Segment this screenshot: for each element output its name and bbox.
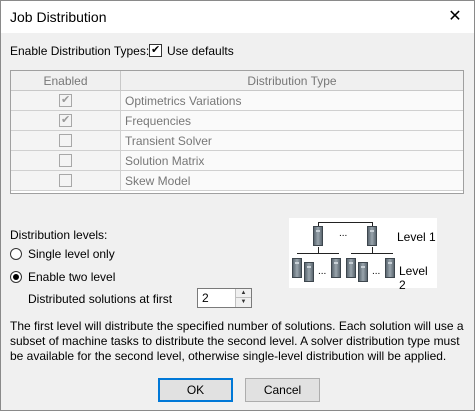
spin-down-icon[interactable]: ▼ [236,298,251,307]
use-defaults-checkbox[interactable] [149,43,162,57]
first-level-solutions-label: Distributed solutions at first [28,292,173,306]
enabled-checkbox[interactable] [59,154,72,167]
connector-line [351,253,393,254]
close-icon[interactable]: ✕ [440,5,470,29]
table-row: Frequencies [11,111,463,131]
enabled-checkbox[interactable] [59,174,72,187]
first-level-solutions-value[interactable]: 2 [202,291,209,305]
ellipsis-text: ... [372,266,381,277]
job-distribution-dialog: Job Distribution ✕ Enable Distribution T… [0,0,475,411]
distribution-type-cell: Optimetrics Variations [121,91,463,111]
connector-line [297,253,339,254]
distribution-levels-label: Distribution levels: [10,228,108,242]
two-level-radio[interactable] [10,271,22,283]
server-icon [313,226,323,246]
column-header-enabled: Enabled [11,71,121,91]
connector-line [318,222,372,223]
server-icon [346,258,356,278]
title-bar: Job Distribution ✕ [1,1,474,33]
single-level-label[interactable]: Single level only [28,247,115,261]
distribution-types-table: Enabled Distribution Type Optimetrics Va… [10,70,464,194]
server-icon [358,262,368,282]
table-row: Skew Model [11,171,463,191]
dialog-title: Job Distribution [10,9,107,25]
first-level-solutions-stepper[interactable]: 2 ▲ ▼ [197,288,252,308]
distribution-diagram: ... Level 1 ... ... Level 2 [289,218,437,292]
cancel-button[interactable]: Cancel [245,378,320,402]
spin-up-icon[interactable]: ▲ [236,289,251,298]
server-icon [367,226,377,246]
distribution-type-cell: Transient Solver [121,131,463,151]
column-header-type: Distribution Type [121,71,463,91]
enabled-checkbox[interactable] [59,134,72,147]
enable-types-label: Enable Distribution Types: [10,44,150,58]
distribution-type-cell: Frequencies [121,111,463,131]
ellipsis-text: ... [339,228,348,239]
server-icon [292,258,302,278]
ok-button[interactable]: OK [158,378,233,402]
distribution-type-cell: Solution Matrix [121,151,463,171]
server-icon [304,262,314,282]
level-1-label: Level 1 [397,230,436,244]
use-defaults-label[interactable]: Use defaults [167,44,234,58]
ellipsis-text: ... [318,266,327,277]
server-icon [331,258,341,278]
table-row: Transient Solver [11,131,463,151]
table-row: Optimetrics Variations [11,91,463,111]
two-level-label[interactable]: Enable two level [28,270,115,284]
description-text: The first level will distribute the spec… [10,319,464,363]
enabled-checkbox[interactable] [59,93,72,107]
server-icon [385,258,395,278]
level-2-label: Level 2 [399,264,428,292]
table-row: Solution Matrix [11,151,463,171]
distribution-type-cell: Skew Model [121,171,463,191]
single-level-radio[interactable] [10,248,22,260]
enabled-checkbox[interactable] [59,113,72,127]
